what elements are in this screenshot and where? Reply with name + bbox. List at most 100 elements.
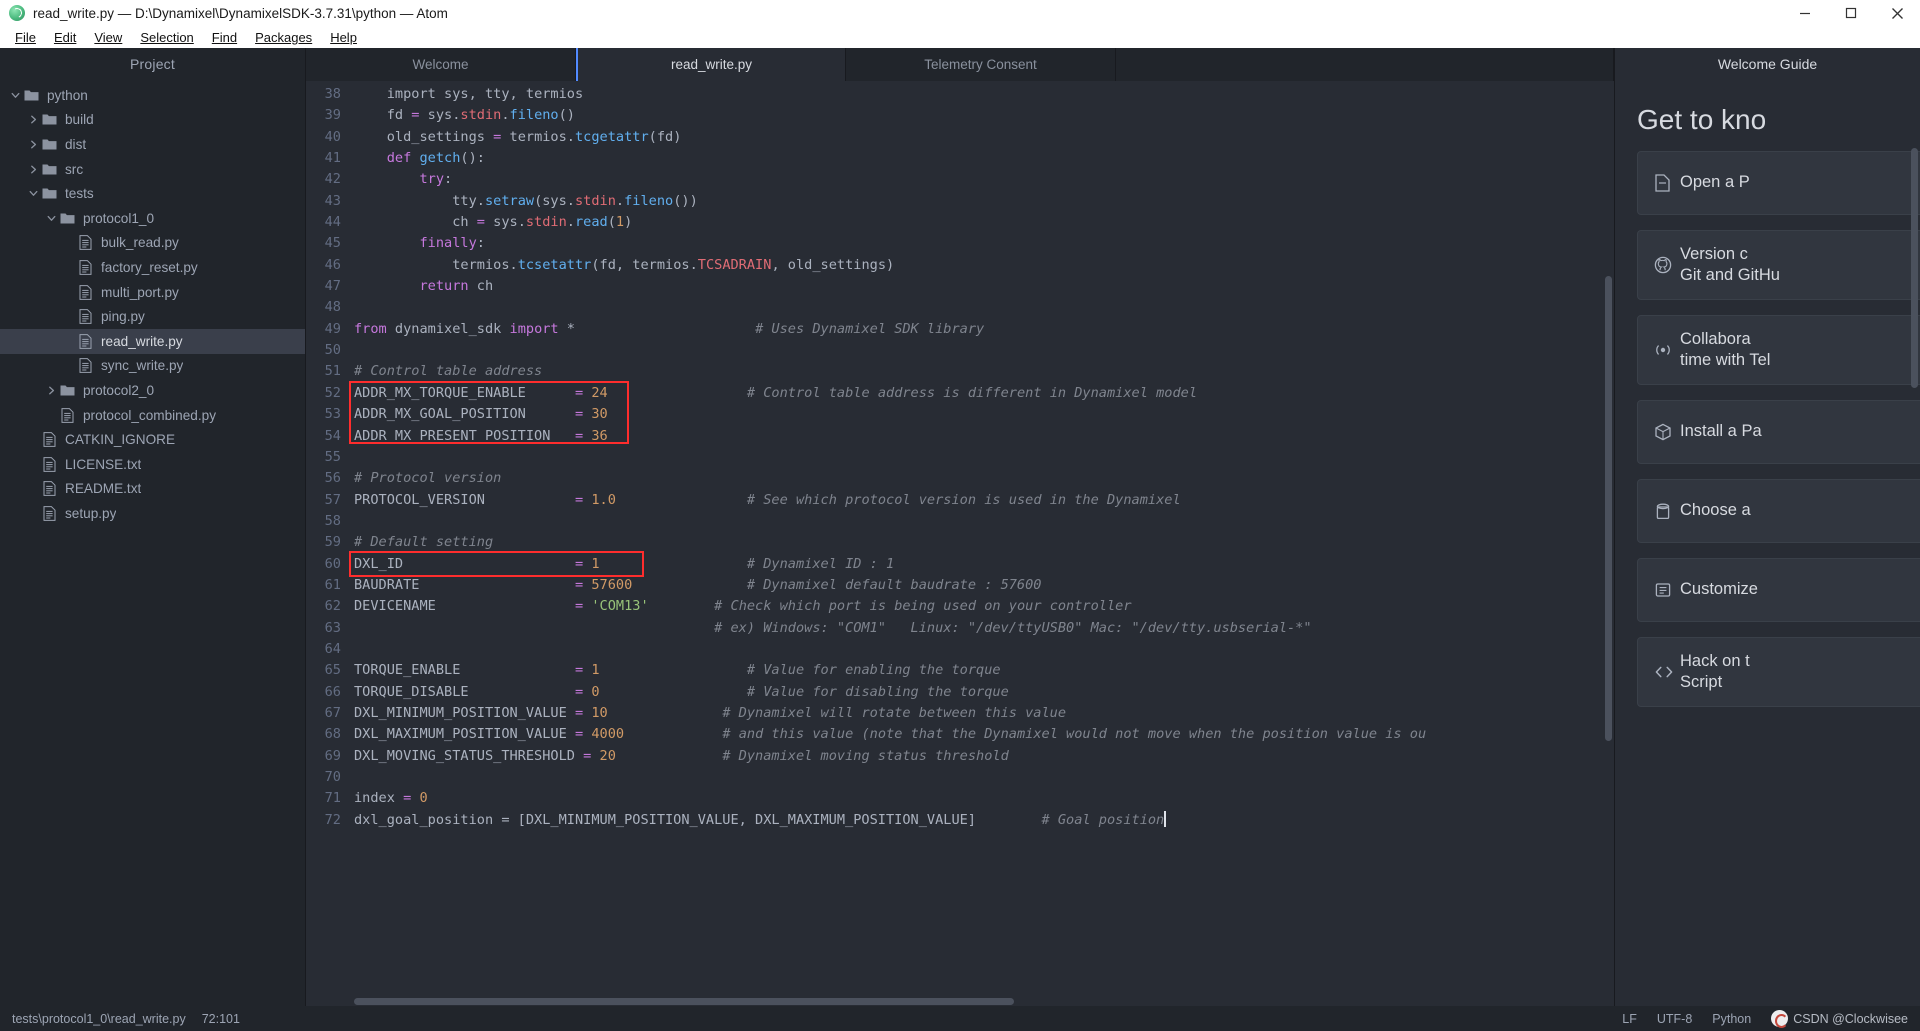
guide-card-github[interactable]: Version c Git and GitHu (1637, 230, 1920, 300)
status-line-ending[interactable]: LF (1622, 1012, 1637, 1026)
tree-item-bulk-read-py[interactable]: bulk_read.py (0, 231, 305, 256)
code-line[interactable]: 52 ADDR_MX_TORQUE_ENABLE = 24 # Control t… (306, 383, 1614, 404)
tree-item-read-write-py[interactable]: read_write.py (0, 328, 305, 354)
close-icon[interactable] (1874, 0, 1920, 26)
menu-edit[interactable]: Edit (45, 30, 85, 45)
tree-item-dist[interactable]: dist (0, 132, 305, 157)
code-content[interactable]: 38 import sys, tty, termios 39 fd = sys.s… (306, 81, 1614, 1006)
guide-card-tools[interactable]: Customize (1637, 558, 1920, 622)
code-editor[interactable]: 38 import sys, tty, termios 39 fd = sys.s… (306, 81, 1614, 1006)
chevron-right-icon[interactable] (26, 140, 40, 149)
code-line[interactable]: 55 (306, 447, 1614, 468)
code-token: ch (354, 214, 477, 231)
code-line[interactable]: 39 fd = sys.stdin.fileno() (306, 105, 1614, 126)
editor-horizontal-scroll-thumb[interactable] (354, 998, 1014, 1005)
code-line-source: old_settings = termios.tcgetattr(fd) (354, 127, 1614, 148)
code-line[interactable]: 51 # Control table address (306, 361, 1614, 382)
code-line[interactable]: 50 (306, 340, 1614, 361)
chevron-down-icon[interactable] (44, 214, 58, 223)
code-line[interactable]: 40 old_settings = termios.tcgetattr(fd) (306, 127, 1614, 148)
guide-scroll-thumb[interactable] (1911, 148, 1918, 388)
code-line[interactable]: 47 return ch (306, 276, 1614, 297)
chevron-down-icon[interactable] (8, 91, 22, 100)
code-line[interactable]: 69 DXL_MOVING_STATUS_THRESHOLD = 20 # Dyn… (306, 746, 1614, 767)
code-line[interactable]: 63 # ex) Windows: "COM1" Linux: "/dev/tt… (306, 618, 1614, 639)
tree-item-label: bulk_read.py (101, 235, 179, 251)
code-line[interactable]: 62 DEVICENAME = 'COM13' # Check which por… (306, 596, 1614, 617)
code-line[interactable]: 66 TORQUE_DISABLE = 0 # Value for disabli… (306, 682, 1614, 703)
tree-item-multi-port-py[interactable]: multi_port.py (0, 280, 305, 305)
tree-item-build[interactable]: build (0, 108, 305, 133)
menu-view[interactable]: View (85, 30, 131, 45)
code-line[interactable]: 60 DXL_ID = 1 # Dynamixel ID : 1 (306, 554, 1614, 575)
guide-card-document[interactable]: Open a P (1637, 151, 1920, 215)
code-line[interactable]: 54 ADDR_MX_PRESENT_POSITION = 36 (306, 426, 1614, 447)
menu-selection[interactable]: Selection (131, 30, 202, 45)
code-line[interactable]: 49 from dynamixel_sdk import * # Uses Dyn… (306, 319, 1614, 340)
code-line[interactable]: 44 ch = sys.stdin.read(1) (306, 212, 1614, 233)
status-grammar[interactable]: Python (1712, 1012, 1751, 1026)
code-line[interactable]: 59 # Default setting (306, 532, 1614, 553)
tree-item-protocol-combined-py[interactable]: protocol_combined.py (0, 403, 305, 428)
maximize-icon[interactable] (1828, 0, 1874, 26)
editor-horizontal-scrollbar[interactable] (354, 997, 1603, 1006)
guide-card-paintcan[interactable]: Choose a (1637, 479, 1920, 543)
guide-card-package[interactable]: Install a Pa (1637, 400, 1920, 464)
chevron-right-icon[interactable] (26, 115, 40, 124)
code-line[interactable]: 38 import sys, tty, termios (306, 84, 1614, 105)
code-line[interactable]: 72 dxl_goal_position = [DXL_MINIMUM_POSIT… (306, 810, 1614, 831)
project-tree-list[interactable]: python build dist src tests protocol1_0 bulk_r… (0, 81, 305, 1006)
code-line[interactable]: 53 ADDR_MX_GOAL_POSITION = 30 (306, 404, 1614, 425)
code-line[interactable]: 61 BAUDRATE = 57600 # Dynamixel default b… (306, 575, 1614, 596)
status-cursor-position[interactable]: 72:101 (202, 1012, 240, 1026)
tree-item-src[interactable]: src (0, 157, 305, 182)
tab-telemetry-consent[interactable]: Telemetry Consent (846, 48, 1116, 81)
code-line[interactable]: 42 try: (306, 169, 1614, 190)
code-line[interactable]: 58 (306, 511, 1614, 532)
code-line[interactable]: 45 finally: (306, 233, 1614, 254)
chevron-down-icon[interactable] (26, 189, 40, 198)
menu-find[interactable]: Find (203, 30, 246, 45)
editor-vertical-scroll-thumb[interactable] (1605, 276, 1612, 741)
code-line[interactable]: 56 # Protocol version (306, 468, 1614, 489)
code-line[interactable]: 48 (306, 297, 1614, 318)
minimize-icon[interactable] (1782, 0, 1828, 26)
tree-item-ping-py[interactable]: ping.py (0, 304, 305, 329)
tab-read-write-py[interactable]: read_write.py (576, 48, 846, 81)
code-token: ()) (673, 192, 698, 209)
tree-item-protocol1-0[interactable]: protocol1_0 (0, 206, 305, 231)
code-line[interactable]: 64 (306, 639, 1614, 660)
guide-card-code[interactable]: Hack on t Script (1637, 637, 1920, 707)
code-line[interactable]: 71 index = 0 (306, 788, 1614, 809)
tree-item-factory-reset-py[interactable]: factory_reset.py (0, 255, 305, 280)
code-line[interactable]: 46 termios.tcsetattr(fd, termios.TCSADRA… (306, 255, 1614, 276)
menu-help[interactable]: Help (321, 30, 366, 45)
status-encoding[interactable]: UTF-8 (1657, 1012, 1692, 1026)
code-token: import sys, tty, termios (386, 86, 584, 102)
code-line[interactable]: 65 TORQUE_ENABLE = 1 # Value for enabling… (306, 660, 1614, 681)
code-token: # and this value (note that the Dynamixe… (722, 726, 1427, 743)
code-line[interactable]: 57 PROTOCOL_VERSION = 1.0 # See which pro… (306, 490, 1614, 511)
code-line[interactable]: 43 tty.setraw(sys.stdin.fileno()) (306, 191, 1614, 212)
menu-file[interactable]: File (6, 30, 45, 45)
editor-vertical-scrollbar[interactable] (1603, 81, 1614, 1006)
code-line[interactable]: 67 DXL_MINIMUM_POSITION_VALUE = 10 # Dyna… (306, 703, 1614, 724)
tab-welcome[interactable]: Welcome (306, 48, 576, 81)
code-line[interactable]: 68 DXL_MAXIMUM_POSITION_VALUE = 4000 # an… (306, 724, 1614, 745)
menu-packages[interactable]: Packages (246, 30, 321, 45)
tree-item-python[interactable]: python (0, 83, 305, 108)
chevron-right-icon[interactable] (26, 165, 40, 174)
tree-item-tests[interactable]: tests (0, 181, 305, 206)
code-line[interactable]: 70 (306, 767, 1614, 788)
status-file-path[interactable]: tests\protocol1_0\read_write.py (12, 1012, 186, 1026)
code-line[interactable]: 41 def getch(): (306, 148, 1614, 169)
tree-item-catkin-ignore[interactable]: CATKIN_IGNORE (0, 427, 305, 452)
tree-item-sync-write-py[interactable]: sync_write.py (0, 354, 305, 379)
tree-item-readme-txt[interactable]: README.txt (0, 477, 305, 502)
tree-item-protocol2-0[interactable]: protocol2_0 (0, 378, 305, 403)
tree-item-license-txt[interactable]: LICENSE.txt (0, 452, 305, 477)
tree-item-setup-py[interactable]: setup.py (0, 501, 305, 526)
guide-card-broadcast[interactable]: Collabora time with Tel (1637, 315, 1920, 385)
line-number: 42 (324, 171, 341, 188)
chevron-right-icon[interactable] (44, 386, 58, 395)
